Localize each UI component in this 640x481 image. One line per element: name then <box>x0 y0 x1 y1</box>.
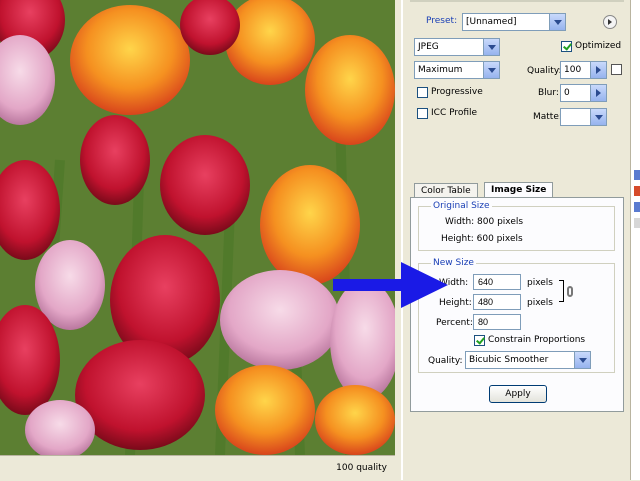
edge-tab[interactable] <box>634 202 640 212</box>
image-preview <box>0 0 395 455</box>
resample-quality-label: Quality: <box>428 356 463 366</box>
edge-tab[interactable] <box>634 218 640 228</box>
quality-field[interactable]: 100 <box>560 61 607 79</box>
edge-tab[interactable] <box>634 170 640 180</box>
percent-input[interactable] <box>473 314 521 330</box>
progressive-checkbox[interactable] <box>417 87 428 98</box>
link-bracket <box>559 280 564 302</box>
chevron-down-icon[interactable] <box>590 109 606 125</box>
pointer-arrow <box>333 262 448 308</box>
icc-profile-checkbox[interactable] <box>417 108 428 119</box>
tulip-photo <box>0 0 395 455</box>
icc-profile-label: ICC Profile <box>431 108 478 118</box>
constrain-proportions-checkbox[interactable] <box>474 335 485 346</box>
resample-quality-select[interactable]: Bicubic Smoother <box>465 351 591 369</box>
blur-label: Blur: <box>538 88 559 98</box>
optimized-label: Optimized <box>575 41 622 51</box>
height-unit: pixels <box>527 298 553 308</box>
width-unit: pixels <box>527 278 553 288</box>
quality-label: Quality: <box>527 66 562 76</box>
chevron-down-icon[interactable] <box>549 14 565 30</box>
percent-label: Percent: <box>436 318 473 328</box>
chain-link-icon[interactable] <box>567 286 573 297</box>
original-size-title: Original Size <box>431 201 492 211</box>
resample-quality-value: Bicubic Smoother <box>469 355 549 365</box>
progressive-label: Progressive <box>431 87 483 97</box>
preset-value: [Unnamed] <box>466 17 517 27</box>
format-select[interactable]: JPEG <box>414 38 500 56</box>
preset-select[interactable]: [Unnamed] <box>462 13 566 31</box>
quality-value: 100 <box>564 65 582 75</box>
panel-menu-icon[interactable] <box>603 15 617 29</box>
original-size-group <box>418 206 615 251</box>
chevron-right-icon[interactable] <box>590 62 606 78</box>
optimized-checkbox[interactable] <box>561 41 572 52</box>
panel-top-rule <box>410 0 624 2</box>
original-height: Height: 600 pixels <box>441 234 523 244</box>
original-width: Width: 800 pixels <box>445 217 524 227</box>
blur-field[interactable]: 0 <box>560 84 607 102</box>
status-text: 100 quality <box>336 463 387 473</box>
matte-label: Matte: <box>533 112 562 122</box>
status-bar: 100 quality <box>0 455 395 481</box>
chevron-down-icon[interactable] <box>483 62 499 78</box>
height-input[interactable] <box>473 294 521 310</box>
right-edge-strip <box>630 0 640 480</box>
compression-select[interactable]: Maximum <box>414 61 500 79</box>
blur-value: 0 <box>564 88 570 98</box>
compression-value: Maximum <box>418 65 463 75</box>
chevron-right-icon[interactable] <box>590 85 606 101</box>
quality-mask-icon[interactable] <box>611 64 622 75</box>
format-value: JPEG <box>418 42 439 52</box>
preset-label: Preset: <box>426 16 458 26</box>
chevron-down-icon[interactable] <box>483 39 499 55</box>
apply-button[interactable]: Apply <box>489 385 547 403</box>
chevron-down-icon[interactable] <box>574 352 590 368</box>
edge-tab[interactable] <box>634 186 640 196</box>
width-input[interactable] <box>473 274 521 290</box>
tab-color-table[interactable]: Color Table <box>414 183 478 198</box>
tab-image-size[interactable]: Image Size <box>484 182 554 198</box>
matte-select[interactable] <box>560 108 607 126</box>
constrain-proportions-label: Constrain Proportions <box>488 335 586 345</box>
